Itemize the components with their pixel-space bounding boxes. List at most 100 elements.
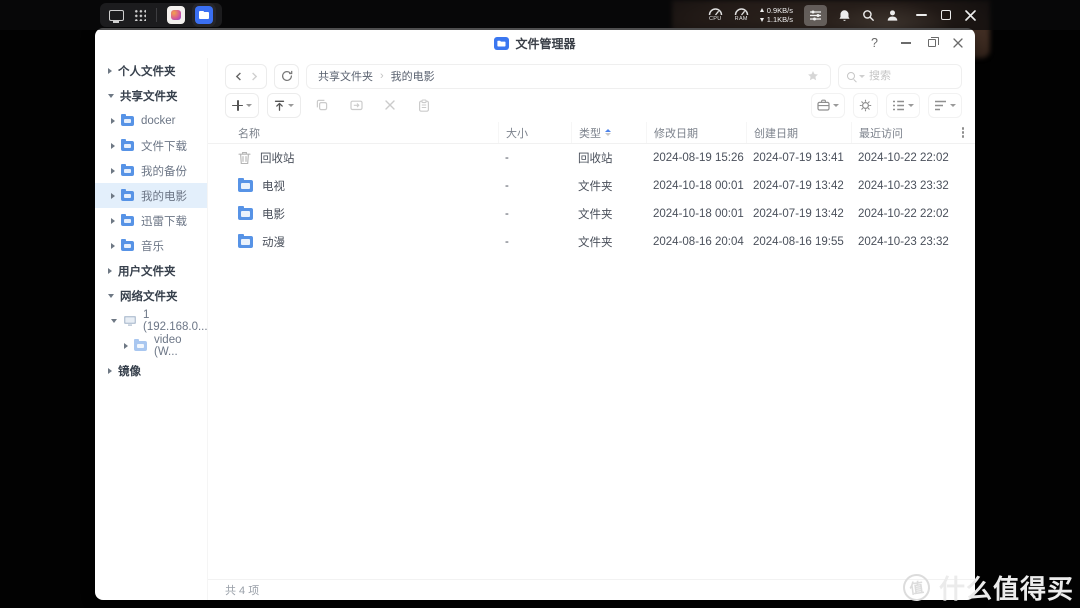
- table-row-movies[interactable]: 电影 - 文件夹 2024-10-18 00:01 2024-07-19 13:…: [208, 200, 975, 228]
- notifications-button[interactable]: [838, 9, 851, 22]
- sidebar-item-label: 音乐: [141, 240, 164, 253]
- chevron-right-icon[interactable]: [111, 242, 115, 249]
- new-button[interactable]: [225, 92, 259, 118]
- chevron-down-icon[interactable]: [111, 318, 117, 323]
- chevron-down-icon[interactable]: [108, 293, 114, 298]
- chevron-right-icon[interactable]: [108, 367, 112, 374]
- settings-button[interactable]: [853, 92, 878, 118]
- chevron-right-icon[interactable]: [108, 67, 112, 74]
- column-header-size[interactable]: 大小: [498, 122, 571, 143]
- chevron-right-icon[interactable]: [111, 217, 115, 224]
- tasks-button[interactable]: [811, 92, 845, 118]
- file-manager-icon[interactable]: [195, 6, 213, 24]
- delete-button[interactable]: [377, 93, 403, 118]
- apps-grid-icon[interactable]: [134, 9, 146, 21]
- watermark-logo: 值: [901, 572, 932, 603]
- file-accessed: 2024-10-23 23:32: [858, 180, 949, 192]
- view-mode-button[interactable]: [886, 92, 920, 118]
- back-icon[interactable]: [235, 71, 242, 81]
- sidebar-item-network-host[interactable]: 1 (192.168.0...: [95, 308, 208, 333]
- caret-down-icon: [908, 103, 914, 107]
- cpu-gauge[interactable]: CPU: [708, 7, 723, 23]
- search-input[interactable]: [869, 70, 949, 82]
- column-header-name[interactable]: 名称: [208, 125, 498, 141]
- maximize-icon[interactable]: [941, 10, 951, 20]
- trash-icon: [238, 151, 251, 165]
- minimize-icon[interactable]: [916, 14, 927, 16]
- sidebar-item-docker[interactable]: docker: [95, 108, 207, 133]
- network-speed-indicator[interactable]: 0.9KB/s 1.1KB/s: [759, 6, 793, 24]
- window-titlebar[interactable]: 文件管理器 ?: [95, 28, 975, 58]
- sidebar-item-user-folders[interactable]: 用户文件夹: [95, 258, 207, 283]
- items-count: 共 4 项: [225, 585, 260, 597]
- chevron-down-icon[interactable]: [108, 93, 114, 98]
- folder-icon: [121, 189, 134, 201]
- cpu-label: CPU: [708, 16, 722, 23]
- file-manager-window: 文件管理器 ? 个人文件夹 共享文件夹 docker 文件下载 我的备份 我的电…: [95, 28, 975, 600]
- refresh-button[interactable]: [274, 63, 299, 89]
- forward-icon[interactable]: [251, 71, 258, 81]
- column-header-accessed[interactable]: 最近访问: [851, 122, 951, 143]
- upload-icon: [274, 100, 285, 111]
- desktop-icon[interactable]: [109, 9, 124, 23]
- favorite-star-icon[interactable]: [807, 70, 819, 82]
- table-row-recycle-bin[interactable]: 回收站 - 回收站 2024-08-19 15:26 2024-07-19 13…: [208, 144, 975, 172]
- help-button[interactable]: ?: [871, 36, 878, 50]
- sidebar-item-shared-folders[interactable]: 共享文件夹: [95, 83, 207, 108]
- window-title: 文件管理器: [515, 36, 576, 51]
- paste-button[interactable]: [411, 93, 437, 118]
- copy-button[interactable]: [309, 93, 335, 118]
- caret-down-icon: [246, 103, 252, 107]
- chevron-right-icon[interactable]: [111, 142, 115, 149]
- window-minimize-icon[interactable]: [901, 42, 911, 44]
- watermark: 值 什么值得买: [901, 569, 1074, 606]
- mixer-button[interactable]: [804, 4, 827, 26]
- global-search-button[interactable]: [862, 9, 875, 22]
- user-icon: [887, 9, 898, 21]
- sidebar-item-network-folders[interactable]: 网络文件夹: [95, 283, 207, 308]
- history-nav-group: [225, 63, 267, 89]
- column-header-created[interactable]: 创建日期: [746, 122, 851, 143]
- sidebar-item-video-share[interactable]: video (W...: [95, 333, 207, 358]
- upload-button[interactable]: [267, 92, 301, 118]
- sidebar-item-music[interactable]: 音乐: [95, 233, 207, 258]
- table-row-tv[interactable]: 电视 - 文件夹 2024-10-18 00:01 2024-07-19 13:…: [208, 172, 975, 200]
- app-store-icon[interactable]: [167, 6, 185, 24]
- sidebar-item-label: 网络文件夹: [120, 290, 178, 303]
- chevron-right-icon[interactable]: [108, 267, 112, 274]
- sidebar-item-thunder-downloads[interactable]: 迅雷下载: [95, 208, 207, 233]
- move-button[interactable]: [343, 93, 369, 118]
- ram-gauge[interactable]: RAM: [734, 7, 749, 23]
- column-header-type[interactable]: 类型: [571, 122, 646, 143]
- window-restore-icon[interactable]: [928, 36, 939, 47]
- sidebar-item-my-movies[interactable]: 我的电影: [95, 183, 207, 208]
- file-manager-icon: [494, 36, 510, 50]
- user-menu-button[interactable]: [886, 9, 899, 22]
- chevron-right-icon[interactable]: [111, 167, 115, 174]
- search-icon: [847, 72, 855, 80]
- file-search-box[interactable]: [838, 63, 962, 89]
- upload-arrow-icon: [759, 8, 764, 13]
- folder-tree-sidebar: 个人文件夹 共享文件夹 docker 文件下载 我的备份 我的电影 迅雷下载 音…: [95, 58, 208, 600]
- delete-icon: [385, 100, 395, 110]
- breadcrumb-segment[interactable]: 共享文件夹: [318, 68, 373, 84]
- search-options-caret-icon[interactable]: [859, 74, 865, 78]
- sort-button[interactable]: [928, 92, 962, 118]
- file-type: 文件夹: [578, 181, 613, 193]
- chevron-right-icon[interactable]: [124, 342, 128, 349]
- column-header-modified[interactable]: 修改日期: [646, 122, 746, 143]
- sidebar-item-file-downloads[interactable]: 文件下载: [95, 133, 207, 158]
- sidebar-item-my-backup[interactable]: 我的备份: [95, 158, 207, 183]
- column-label: 大小: [506, 127, 528, 140]
- table-row-anime[interactable]: 动漫 - 文件夹 2024-08-16 20:04 2024-08-16 19:…: [208, 228, 975, 256]
- sidebar-item-personal-folders[interactable]: 个人文件夹: [95, 58, 207, 83]
- breadcrumb-segment[interactable]: 我的电影: [391, 68, 435, 84]
- window-close-icon[interactable]: [953, 38, 963, 48]
- close-icon[interactable]: [965, 9, 976, 21]
- chevron-right-icon[interactable]: [111, 117, 115, 124]
- chevron-right-icon[interactable]: [111, 192, 115, 199]
- plus-icon: [232, 99, 243, 111]
- column-options-button[interactable]: [951, 131, 975, 134]
- sidebar-item-label: 我的电影: [141, 190, 187, 203]
- sidebar-item-images[interactable]: 镜像: [95, 358, 207, 383]
